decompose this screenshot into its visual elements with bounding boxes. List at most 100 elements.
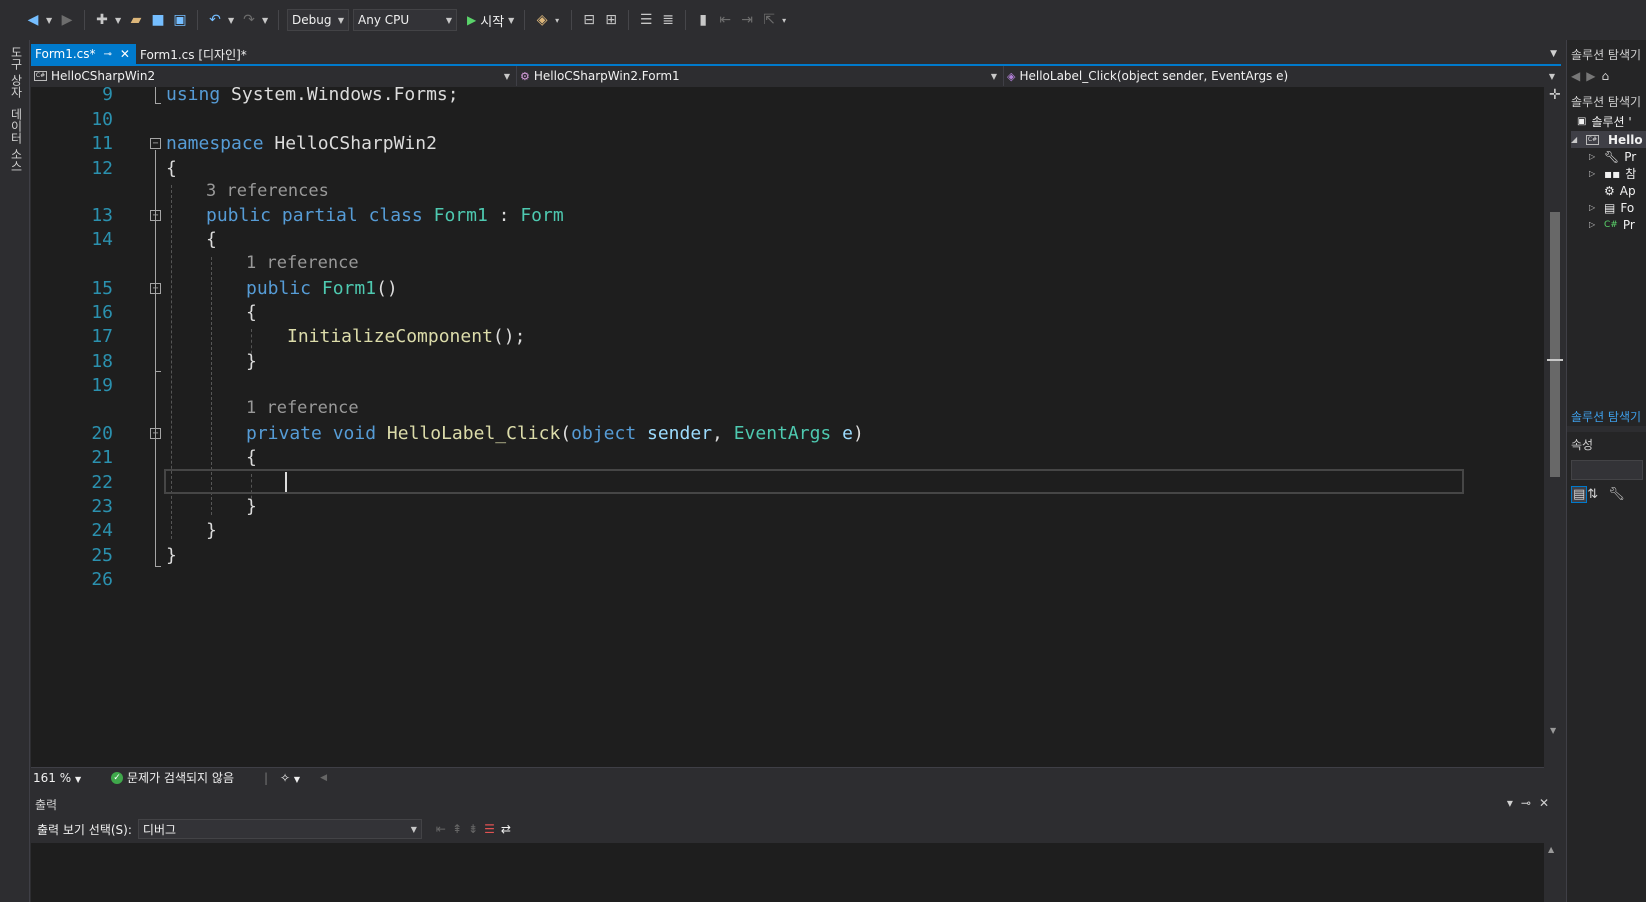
configuration-select[interactable]: Debug ▼ xyxy=(287,9,349,31)
tree-item-references[interactable]: ▷ ▪▪ 참 xyxy=(1589,165,1636,182)
toolbar-overflow-icon[interactable]: ▾ xyxy=(782,16,790,25)
scroll-down-icon[interactable]: ▼ xyxy=(1550,726,1556,735)
forward-icon[interactable]: ▶ xyxy=(1586,69,1601,83)
toolbox-tab[interactable]: 도구 상자 xyxy=(8,46,25,98)
close-icon[interactable]: ✕ xyxy=(120,47,130,61)
codelens-references[interactable]: 1 reference xyxy=(246,253,359,275)
redo-dropdown-icon[interactable]: ▼ xyxy=(262,16,270,25)
member-nav-select[interactable]: ◈ HelloLabel_Click(object sender, EventA… xyxy=(1004,66,1561,86)
breakpoints-icon[interactable]: ⊞ xyxy=(602,9,620,31)
close-icon[interactable]: ✕ xyxy=(1539,796,1557,810)
editor-vertical-scrollbar[interactable]: ✛ ▼ xyxy=(1547,87,1563,737)
home-icon[interactable]: ⌂ xyxy=(1601,69,1615,83)
line-number: 10 xyxy=(91,109,113,130)
prev-bookmark-icon[interactable]: ⇤ xyxy=(716,9,734,31)
solution-search[interactable]: 솔루션 탐색기 xyxy=(1571,93,1641,110)
start-dropdown-icon[interactable]: ▼ xyxy=(508,16,516,25)
tab-form1-designer[interactable]: Form1.cs [디자인]* xyxy=(136,44,253,64)
find-message-icon[interactable]: ⇤ xyxy=(436,822,446,836)
code-editor[interactable]: 9 using System.Windows.Forms; 10 11 − na… xyxy=(31,87,1544,767)
code-line-21: 21 { xyxy=(31,445,1544,470)
code-line-22: 22 xyxy=(31,470,1544,495)
codelens-references[interactable]: 3 references xyxy=(206,181,329,203)
open-folder-icon[interactable]: ▰ xyxy=(127,9,145,31)
code-cleanup-icon[interactable]: ✧ ▼ xyxy=(280,771,300,785)
start-button[interactable]: ▶ 시작 xyxy=(467,9,504,31)
project-nav-select[interactable]: C# HelloCSharpWin2 ▼ xyxy=(31,66,517,86)
tree-project[interactable]: ◢ C# Hello xyxy=(1571,131,1646,148)
split-editor-icon[interactable]: ✛ xyxy=(1549,87,1561,103)
redo-icon[interactable]: ↷ xyxy=(240,9,258,31)
clear-bookmarks-icon[interactable]: ⇱ xyxy=(760,9,778,31)
output-vertical-scrollbar[interactable]: ▲ xyxy=(1544,843,1561,902)
collapse-icon[interactable]: − xyxy=(150,138,161,149)
back-icon[interactable]: ◀ xyxy=(24,9,42,31)
new-dropdown-icon[interactable]: ▼ xyxy=(115,16,123,25)
tree-label: Pr xyxy=(1622,217,1635,232)
pin-icon[interactable]: ⊸ xyxy=(104,49,112,60)
window-menu-icon[interactable]: ▾ xyxy=(1507,796,1521,810)
scroll-up-icon[interactable]: ▲ xyxy=(1548,845,1554,854)
step-over-icon[interactable]: ⊟ xyxy=(580,9,598,31)
output-source-select[interactable]: 디버그 ▼ xyxy=(137,819,422,839)
output-toolbar: 출력 보기 선택(S): 디버그 ▼ ⇤ ⇞ ⇟ ☰ ⇄ xyxy=(31,815,1561,843)
more-dropdown-icon[interactable]: ▾ xyxy=(555,16,563,25)
tree-item-program[interactable]: ▷ C# Pr xyxy=(1589,216,1635,233)
find-in-files-icon[interactable]: ◈ xyxy=(533,9,551,31)
toolbar-separator xyxy=(524,10,526,30)
comment-icon[interactable]: ☰ xyxy=(637,9,655,31)
properties-object-select[interactable] xyxy=(1571,460,1643,480)
zoom-select[interactable]: 161 % ▼ xyxy=(31,771,91,785)
data-sources-tab[interactable]: 데이터 소스 xyxy=(8,108,25,172)
back-dropdown-icon[interactable]: ▼ xyxy=(46,16,54,25)
tab-form1-cs[interactable]: Form1.cs* ⊸ ✕ xyxy=(31,44,136,64)
tree-item-form1[interactable]: ▷ ▤ Fo xyxy=(1589,199,1634,216)
new-project-icon[interactable]: ✚ xyxy=(93,9,111,31)
property-pages-icon[interactable]: 🔧︎ xyxy=(1608,487,1635,502)
back-icon[interactable]: ◀ xyxy=(1571,69,1586,83)
issues-indicator[interactable]: ✓ 문제가 검색되지 않음 xyxy=(111,769,234,786)
code-line-11: 11 − namespace HelloCSharpWin2 xyxy=(31,131,1544,156)
uncomment-icon[interactable]: ≣ xyxy=(659,9,677,31)
bookmark-icon[interactable]: ▮ xyxy=(694,9,712,31)
next-bookmark-icon[interactable]: ⇥ xyxy=(738,9,756,31)
save-icon[interactable]: ■ xyxy=(149,9,167,31)
undo-icon[interactable]: ↶ xyxy=(206,9,224,31)
undo-dropdown-icon[interactable]: ▼ xyxy=(228,16,236,25)
chevron-down-icon: ▼ xyxy=(74,774,82,784)
platform-select[interactable]: Any CPU ▼ xyxy=(353,9,457,31)
tree-item-properties[interactable]: ▷ 🔧︎ Pr xyxy=(1589,148,1636,165)
output-text-area[interactable] xyxy=(31,843,1544,902)
csharp-project-icon: C# xyxy=(1586,134,1599,145)
pin-icon[interactable]: ⊸ xyxy=(1521,796,1539,810)
tree-solution[interactable]: ▣ 솔루션 ' xyxy=(1577,113,1632,130)
tab-overflow-icon[interactable]: ▼ xyxy=(1550,44,1557,64)
prev-message-icon[interactable]: ⇞ xyxy=(452,822,462,836)
forward-icon[interactable]: ▶ xyxy=(58,9,76,31)
class-nav-select[interactable]: ⚙ HelloCSharpWin2.Form1 ▼ xyxy=(517,66,1004,86)
collapse-icon[interactable]: − xyxy=(150,428,161,439)
collapse-icon[interactable]: − xyxy=(150,283,161,294)
class-nav-value: HelloCSharpWin2.Form1 xyxy=(533,69,680,83)
code-line-26: 26 xyxy=(31,567,1544,592)
line-number: 22 xyxy=(91,472,113,493)
alphabetical-icon[interactable]: ⇅ xyxy=(1587,487,1608,502)
word-wrap-icon[interactable]: ⇄ xyxy=(501,822,511,836)
codelens-references[interactable]: 1 reference xyxy=(246,398,359,420)
keyword: void xyxy=(332,423,377,444)
categorized-icon[interactable]: ▤ xyxy=(1571,486,1588,503)
expanded-icon: ◢ xyxy=(1571,135,1578,144)
next-message-icon[interactable]: ⇟ xyxy=(468,822,478,836)
scrollbar-thumb[interactable] xyxy=(1550,212,1560,477)
method-name: InitializeComponent xyxy=(287,326,493,347)
tree-item-appconfig[interactable]: ⚙ Ap xyxy=(1604,182,1636,199)
clear-all-icon[interactable]: ☰ xyxy=(484,822,495,836)
collapse-icon[interactable]: − xyxy=(150,210,161,221)
tree-label: 참 xyxy=(1625,167,1637,181)
panel-splitter[interactable] xyxy=(1567,426,1646,432)
solution-explorer-tab[interactable]: 솔루션 탐색기 xyxy=(1571,408,1641,425)
keyword: object xyxy=(571,423,637,444)
save-all-icon[interactable]: ▣ xyxy=(171,9,189,31)
scroll-left-icon[interactable]: ◀ xyxy=(320,773,327,783)
type-name: Form1 xyxy=(321,278,377,299)
